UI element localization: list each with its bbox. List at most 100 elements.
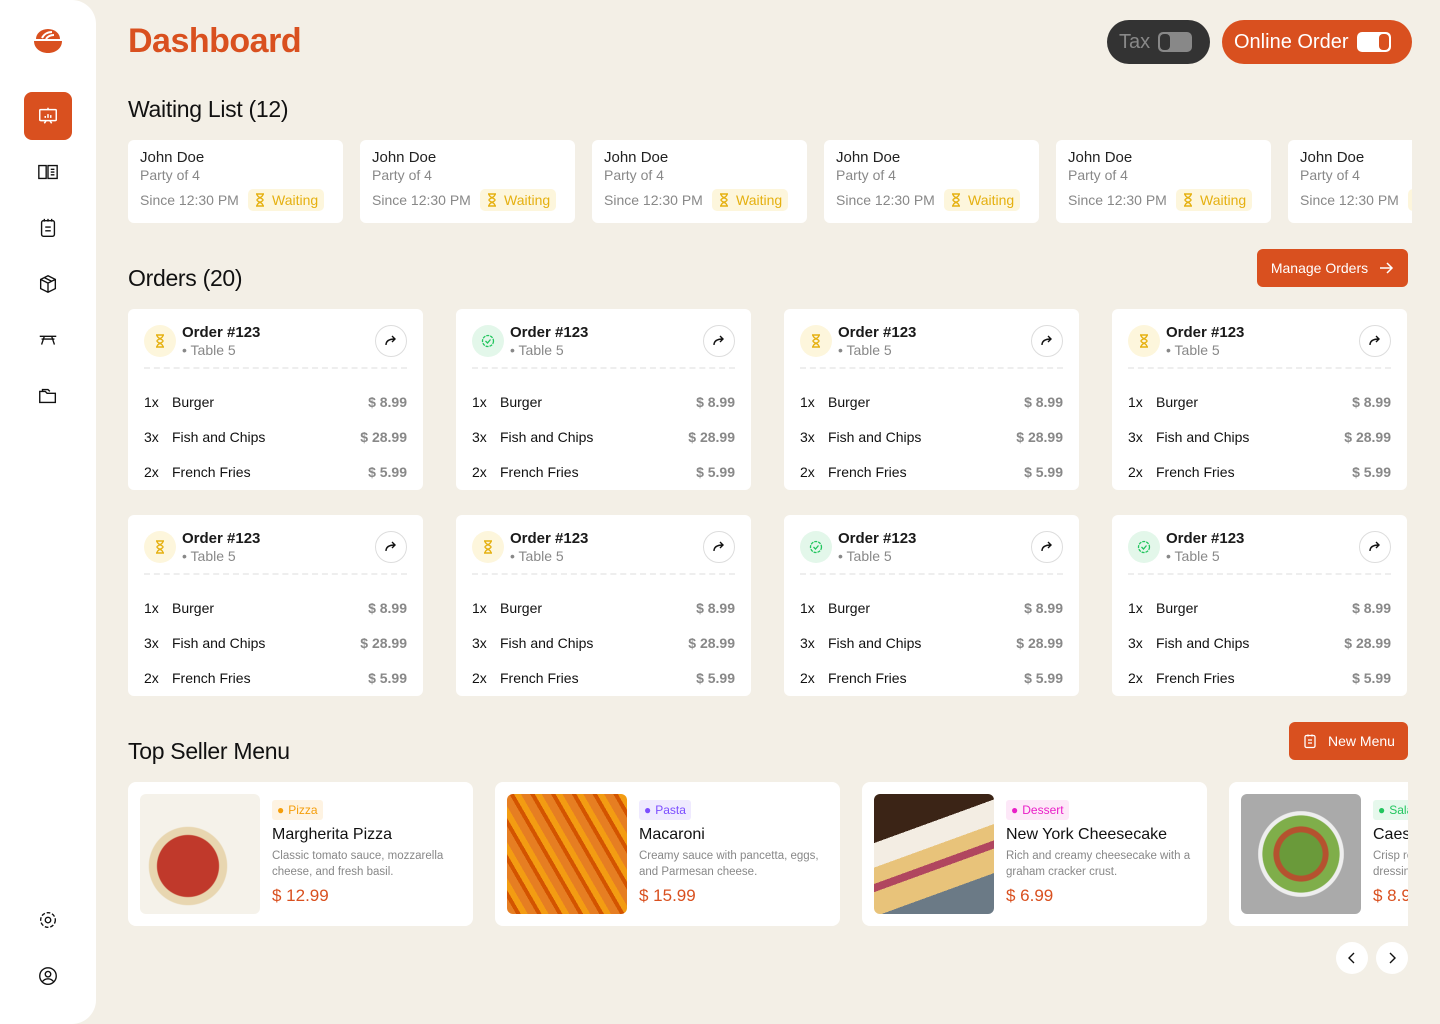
order-card[interactable]: Order #123 • Table 5 1x Burger $ 8.99 3x Fish …	[128, 515, 423, 696]
order-card[interactable]: Order #123 • Table 5 1x Burger $ 8.99 3x Fish …	[456, 309, 751, 490]
guest-name: John Doe	[604, 149, 669, 166]
order-card[interactable]: Order #123 • Table 5 1x Burger $ 8.99 3x Fish …	[128, 309, 423, 490]
order-number: Order #123	[1166, 530, 1245, 547]
orders-title: Orders (20)	[128, 265, 243, 291]
item-name: French Fries	[500, 669, 579, 686]
redo-arrow-icon	[713, 541, 724, 552]
item-price: $ 8.99	[1024, 393, 1063, 410]
open-order-button[interactable]	[375, 325, 407, 357]
open-order-button[interactable]	[703, 531, 735, 563]
order-line: 1x Burger $ 8.99	[800, 384, 1063, 419]
dish-name: New York Cheesecake	[1006, 826, 1167, 843]
category-tag: ● Pasta	[639, 800, 691, 820]
waiting-card[interactable]: John DoeParty of 4 Since 12:30 PM Waiting	[592, 140, 807, 223]
category-tag: ● Dessert	[1006, 800, 1069, 820]
item-price: $ 28.99	[1344, 428, 1391, 445]
tax-switch[interactable]	[1158, 32, 1193, 52]
item-qty: 3x	[800, 634, 815, 651]
sidebar-item-notepad[interactable]	[24, 204, 72, 252]
item-name: Fish and Chips	[500, 634, 594, 651]
item-price: $ 28.99	[360, 428, 407, 445]
order-status-waiting	[144, 531, 176, 563]
order-line: 2x French Fries $ 5.99	[1128, 454, 1391, 489]
menu-card[interactable]: ● Pizza Margherita Pizza Classic tomato sau…	[128, 782, 473, 926]
sidebar-item-presentation-chart[interactable]	[24, 92, 72, 140]
item-qty: 3x	[472, 428, 487, 445]
carousel-prev-button[interactable]	[1336, 942, 1368, 974]
status-badge: Waiting	[1408, 189, 1412, 211]
order-line: 1x Burger $ 8.99	[1128, 384, 1391, 419]
new-menu-button[interactable]: New Menu	[1289, 722, 1408, 760]
tax-toggle[interactable]: Tax	[1107, 20, 1210, 64]
order-card[interactable]: Order #123 • Table 5 1x Burger $ 8.99 3x Fish …	[1112, 515, 1407, 696]
item-name: Burger	[1156, 599, 1199, 616]
order-card[interactable]: Order #123 • Table 5 1x Burger $ 8.99 3x Fish …	[456, 515, 751, 696]
sidebar-item-user[interactable]	[24, 952, 72, 1000]
order-status-waiting	[1128, 325, 1160, 357]
sidebar-item-table[interactable]	[24, 316, 72, 364]
order-line: 2x French Fries $ 5.99	[472, 660, 735, 695]
item-price: $ 8.99	[1352, 599, 1391, 616]
waiting-card[interactable]: John DoeParty of 4 Since 12:30 PM Waiting	[1288, 140, 1412, 223]
item-price: $ 28.99	[1016, 428, 1063, 445]
party-size: Party of 4	[1068, 167, 1128, 183]
since-time: Since 12:30 PM	[1300, 192, 1399, 208]
item-qty: 2x	[472, 463, 487, 480]
item-name: Fish and Chips	[172, 634, 266, 651]
sidebar-item-box[interactable]	[24, 260, 72, 308]
item-qty: 3x	[144, 634, 159, 651]
item-price: $ 8.99	[696, 393, 735, 410]
order-number: Order #123	[838, 530, 917, 547]
sidebar-item-menu-book[interactable]	[24, 148, 72, 196]
waiting-card[interactable]: John DoeParty of 4 Since 12:30 PM Waiting	[1056, 140, 1271, 223]
order-card[interactable]: Order #123 • Table 5 1x Burger $ 8.99 3x Fish …	[784, 515, 1079, 696]
waiting-card[interactable]: John DoeParty of 4 Since 12:30 PM Waiting	[824, 140, 1039, 223]
menu-card[interactable]: ●Salad Caesar Salad Crisp romaine lettuce …	[1229, 782, 1408, 926]
order-card[interactable]: Order #123 • Table 5 1x Burger $ 8.99 3x Fish …	[1112, 309, 1407, 490]
item-price: $ 5.99	[696, 463, 735, 480]
item-price: $ 5.99	[368, 669, 407, 686]
open-order-button[interactable]	[1031, 325, 1063, 357]
sidebar-item-folder[interactable]	[24, 372, 72, 420]
item-price: $ 5.99	[368, 463, 407, 480]
order-table: • Table 5	[510, 342, 564, 358]
waiting-card[interactable]: John DoeParty of 4 Since 12:30 PM Waiting	[128, 140, 343, 223]
menu-card[interactable]: ● Dessert New York Cheesecake Rich and crea…	[862, 782, 1207, 926]
item-name: French Fries	[172, 463, 251, 480]
open-order-button[interactable]	[1359, 531, 1391, 563]
hourglass-icon	[156, 540, 164, 554]
item-qty: 3x	[1128, 634, 1143, 651]
carousel-next-button[interactable]	[1376, 942, 1408, 974]
item-price: $ 5.99	[1024, 463, 1063, 480]
order-number: Order #123	[510, 530, 589, 547]
item-price: $ 28.99	[360, 634, 407, 651]
item-qty: 2x	[144, 669, 159, 686]
order-card[interactable]: Order #123 • Table 5 1x Burger $ 8.99 3x Fish …	[784, 309, 1079, 490]
online-order-switch[interactable]	[1356, 32, 1391, 52]
manage-orders-button[interactable]: Manage Orders	[1257, 249, 1408, 287]
open-order-button[interactable]	[703, 325, 735, 357]
order-status-waiting	[800, 325, 832, 357]
status-badge: Waiting	[1176, 189, 1253, 211]
online-order-toggle[interactable]: Online Order	[1222, 20, 1412, 64]
sidebar-item-gear[interactable]	[24, 896, 72, 944]
status-label: Waiting	[736, 192, 783, 208]
item-price: $ 8.99	[696, 599, 735, 616]
menu-card[interactable]: ● Pasta Macaroni Creamy sauce with pancetta…	[495, 782, 840, 926]
open-order-button[interactable]	[375, 531, 407, 563]
order-line: 3x Fish and Chips $ 28.99	[472, 419, 735, 454]
party-size: Party of 4	[836, 167, 896, 183]
since-time: Since 12:30 PM	[372, 192, 471, 208]
item-qty: 2x	[144, 463, 159, 480]
item-qty: 3x	[1128, 428, 1143, 445]
dish-price: $ 12.99	[272, 886, 329, 905]
item-price: $ 8.99	[368, 599, 407, 616]
waiting-card[interactable]: John DoeParty of 4 Since 12:30 PM Waiting	[360, 140, 575, 223]
open-order-button[interactable]	[1359, 325, 1391, 357]
pizza-photo	[140, 794, 260, 914]
order-table: • Table 5	[182, 548, 236, 564]
order-table: • Table 5	[1166, 548, 1220, 564]
item-name: Fish and Chips	[828, 428, 922, 445]
folder-icon	[37, 385, 59, 407]
open-order-button[interactable]	[1031, 531, 1063, 563]
